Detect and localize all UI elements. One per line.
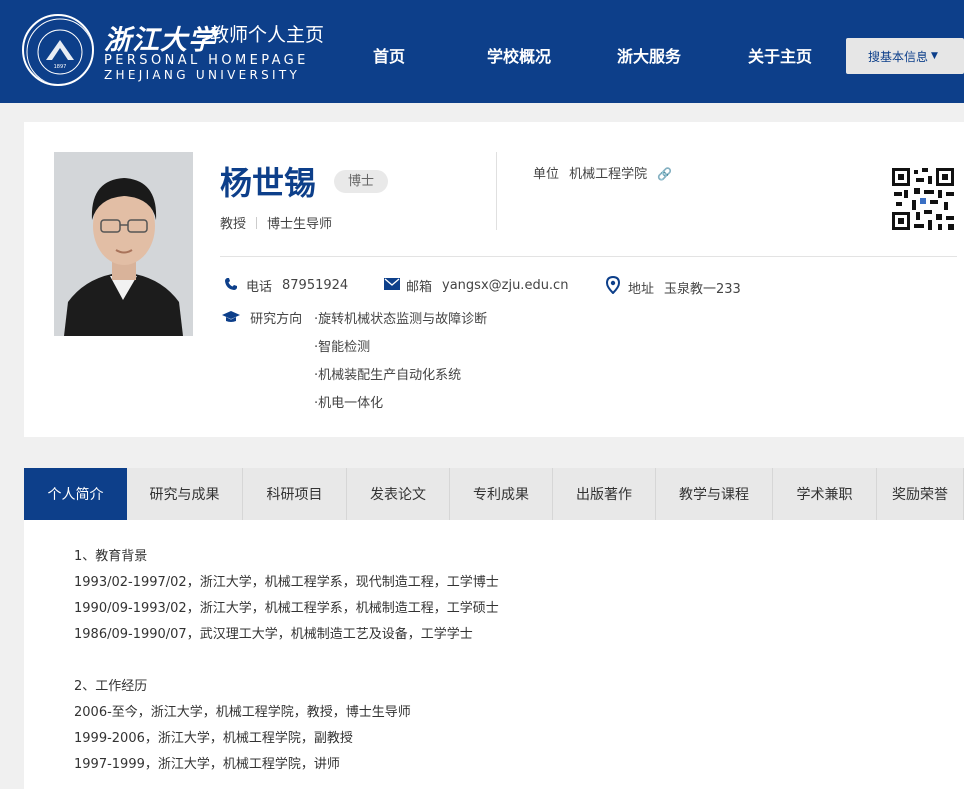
supervisor-role: 博士生导师: [267, 217, 333, 232]
work-entry: 2006-至今，浙江大学，机械工程学院，教授，博士生导师: [74, 705, 411, 720]
education-entry: 1986/09-1990/07，武汉理工大学，机械制造工艺及设备，工学学士: [74, 627, 473, 642]
address-info: 地址 玉泉教一233: [605, 275, 741, 298]
profile-name: 杨世锡: [220, 164, 317, 202]
university-seal-logo[interactable]: 1897: [22, 14, 94, 86]
address-value: 玉泉教一233: [664, 281, 741, 297]
tab-patents[interactable]: 专利成果: [450, 468, 553, 520]
degree-badge: 博士: [334, 170, 388, 193]
link-icon[interactable]: 🔗: [657, 167, 672, 181]
work-entry: 1997-1999，浙江大学，机械工程学院，讲师: [74, 757, 340, 772]
phone-label: 电话: [246, 280, 273, 295]
phone-info: 电话 87951924: [224, 276, 348, 295]
tab-content-panel: 1、教育背景 1993/02-1997/02，浙江大学，机械工程学系，现代制造工…: [24, 520, 964, 789]
email-label: 邮箱: [406, 280, 433, 295]
svg-text:1897: 1897: [54, 64, 67, 70]
education-entry: 1990/09-1993/02，浙江大学，机械工程学系，机械制造工程，工学硕士: [74, 601, 499, 616]
phone-value: 87951924: [282, 278, 349, 293]
search-dropdown[interactable]: 搜基本信息 ▼: [846, 38, 964, 74]
nav-zju-services[interactable]: 浙大服务: [617, 43, 681, 67]
qr-code-icon: [890, 166, 956, 232]
tab-research-achievements[interactable]: 研究与成果: [127, 468, 243, 520]
section-tabs: 个人简介 研究与成果 科研项目 发表论文 专利成果 出版著作 教学与课程 学术兼…: [24, 468, 964, 520]
work-entry: 1999-2006，浙江大学，机械工程学院，副教授: [74, 731, 353, 746]
tab-publications[interactable]: 发表论文: [347, 468, 450, 520]
phone-icon: [224, 277, 246, 295]
academic-title: 教授: [220, 217, 247, 232]
brand-chinese-name: 浙江大学: [104, 25, 216, 56]
seal-emblem-icon: 1897: [26, 18, 92, 84]
caret-down-icon: ▼: [931, 51, 938, 61]
work-heading: 2、工作经历: [74, 679, 148, 694]
tab-research-projects[interactable]: 科研项目: [243, 468, 347, 520]
research-item: ·智能检测: [314, 340, 371, 355]
qr-code: [890, 166, 956, 232]
research-heading: 研究方向: [222, 308, 302, 327]
research-item: ·机电一体化: [314, 396, 384, 411]
research-item: ·旋转机械状态监测与故障诊断: [314, 312, 488, 327]
brand-english-line1: PERSONAL HOMEPAGE: [104, 53, 309, 68]
tab-books[interactable]: 出版著作: [553, 468, 656, 520]
vertical-divider: [496, 152, 497, 230]
unit-info: 单位 机械工程学院 🔗: [533, 163, 672, 182]
address-label: 地址: [628, 281, 655, 297]
bio-text: 1、教育背景 1993/02-1997/02，浙江大学，机械工程学系，现代制造工…: [74, 544, 499, 778]
brand-english-line2: ZHEJIANG UNIVERSITY: [104, 68, 301, 82]
research-item: ·机械装配生产自动化系统: [314, 368, 462, 383]
research-label: 研究方向: [250, 312, 303, 327]
site-header: 1897 浙江大学 教师个人主页 PERSONAL HOMEPAGE ZHEJI…: [0, 0, 964, 103]
research-list: ·旋转机械状态监测与故障诊断 ·智能检测 ·机械装配生产自动化系统 ·机电一体化: [314, 308, 487, 420]
mail-icon: [384, 277, 406, 294]
education-heading: 1、教育背景: [74, 549, 148, 564]
brand-subtitle: 教师个人主页: [210, 24, 325, 46]
unit-value-link[interactable]: 机械工程学院: [569, 167, 647, 182]
email-value[interactable]: yangsx@zju.edu.cn: [442, 278, 568, 293]
email-info: 邮箱 yangsx@zju.edu.cn: [384, 276, 568, 295]
nav-home[interactable]: 首页: [373, 43, 405, 67]
title-separator: [256, 217, 258, 229]
unit-label: 单位: [533, 167, 560, 182]
profile-titles: 教授 博士生导师: [220, 213, 332, 232]
search-dropdown-label: 搜基本信息: [868, 49, 929, 64]
tab-personal-profile[interactable]: 个人简介: [24, 468, 127, 520]
tab-teaching-courses[interactable]: 教学与课程: [656, 468, 773, 520]
location-pin-icon: [605, 275, 628, 298]
tab-academic-positions[interactable]: 学术兼职: [773, 468, 877, 520]
nav-school-overview[interactable]: 学校概况: [487, 43, 551, 67]
tab-awards[interactable]: 奖励荣誉: [877, 468, 964, 520]
horizontal-divider: [220, 256, 957, 257]
profile-card: 杨世锡 博士 教授 博士生导师 单位 机械工程学院 🔗 电话 87951924 …: [24, 122, 964, 437]
profile-photo: [54, 152, 193, 336]
nav-about-homepage[interactable]: 关于主页: [748, 43, 812, 67]
graduation-cap-icon: [222, 311, 246, 327]
education-entry: 1993/02-1997/02，浙江大学，机械工程学系，现代制造工程，工学博士: [74, 575, 499, 590]
